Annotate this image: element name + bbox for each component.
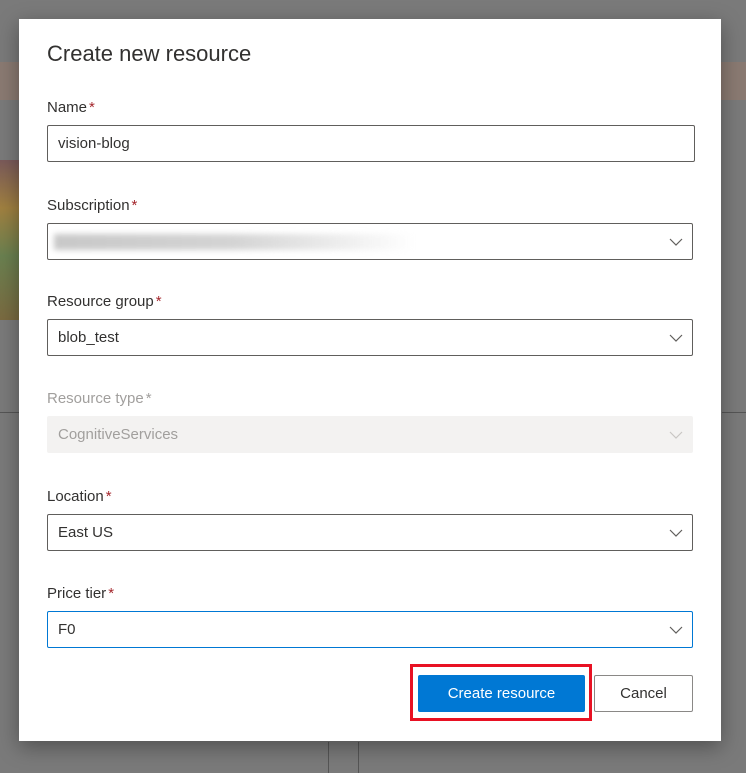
chevron-down-icon	[668, 622, 684, 638]
required-marker: *	[131, 197, 138, 214]
price-tier-label-text: Price tier	[47, 585, 107, 602]
create-resource-button[interactable]: Create resource	[418, 675, 585, 712]
price-tier-value: F0	[58, 621, 76, 638]
resource-type-dropdown: CognitiveServices	[47, 416, 693, 453]
chevron-down-icon	[668, 330, 684, 346]
resource-type-label: Resource type *	[47, 388, 693, 410]
chevron-down-icon	[668, 427, 684, 443]
name-input[interactable]	[47, 125, 695, 162]
resource-type-label-text: Resource type	[47, 390, 144, 407]
price-tier-field-group: Price tier * F0	[47, 583, 693, 648]
subscription-field-group: Subscription *	[47, 195, 693, 260]
cancel-button[interactable]: Cancel	[594, 675, 693, 712]
price-tier-label: Price tier *	[47, 583, 693, 605]
resource-type-value: CognitiveServices	[58, 426, 179, 443]
chevron-down-icon	[668, 525, 684, 541]
price-tier-dropdown[interactable]: F0	[47, 611, 693, 648]
name-label-text: Name	[47, 99, 88, 116]
create-resource-dialog: Create new resource Name* Subscription* …	[19, 19, 721, 741]
resource-group-dropdown[interactable]: blob_test	[47, 319, 693, 356]
location-label: Location *	[47, 486, 693, 508]
resource-group-value: blob_test	[58, 329, 119, 346]
resource-group-label-text: Resource group	[47, 293, 154, 310]
location-dropdown[interactable]: East US	[47, 514, 693, 551]
resource-type-field-group: Resource type * CognitiveServices	[47, 388, 693, 453]
subscription-label: Subscription *	[47, 195, 693, 217]
background-divider	[722, 412, 746, 413]
chevron-down-icon	[668, 234, 684, 250]
background-thumbnail	[0, 160, 20, 320]
required-marker: *	[145, 390, 152, 407]
resource-group-label: Resource group *	[47, 291, 693, 313]
background-divider	[328, 742, 329, 773]
required-marker: *	[108, 585, 115, 602]
background-divider	[0, 412, 20, 413]
location-field-group: Location * East US	[47, 486, 693, 551]
location-value: East US	[58, 524, 114, 541]
name-label: Name *	[47, 97, 693, 119]
subscription-label-text: Subscription	[47, 197, 130, 214]
subscription-dropdown[interactable]	[47, 223, 693, 260]
dialog-title: Create new resource	[47, 41, 252, 66]
required-marker: *	[105, 488, 112, 505]
location-label-text: Location	[47, 488, 104, 505]
required-marker: *	[155, 293, 162, 310]
redacted-subscription-value	[54, 234, 414, 250]
resource-group-field-group: Resource group * blob_test	[47, 291, 693, 356]
name-field-group: Name *	[47, 97, 695, 162]
background-divider	[358, 742, 359, 773]
required-marker: *	[89, 99, 95, 116]
